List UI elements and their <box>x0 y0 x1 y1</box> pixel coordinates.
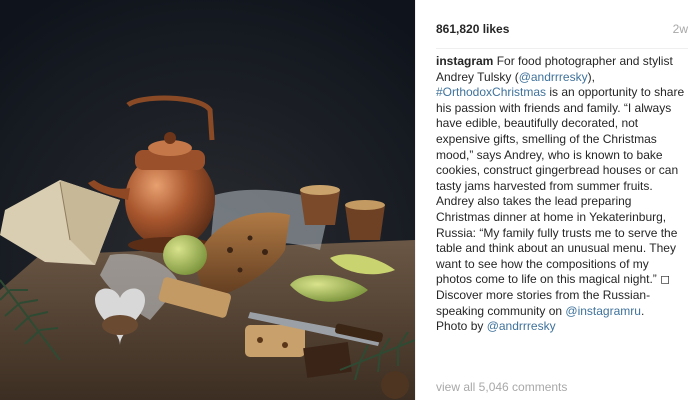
post-caption: instagram For food photographer and styl… <box>436 54 686 335</box>
mention-photo-credit[interactable]: @andrrresky <box>487 319 556 333</box>
caption-text-5: . <box>640 303 645 318</box>
hashtag-orthodoxchristmas[interactable]: #OrthodoxChristmas <box>436 85 546 99</box>
still-life-image <box>0 0 415 400</box>
view-all-comments-link[interactable]: view all 5,046 comments <box>436 380 567 394</box>
mention-andrrresky[interactable]: @andrrresky <box>519 70 588 84</box>
caption-credit: Photo by @andrrresky <box>436 319 686 335</box>
caption-discover: Discover more stories from the Russian-s… <box>436 288 686 319</box>
likes-count[interactable]: 861,820 likes <box>436 22 509 36</box>
caption-text-3: is an opportunity to share his passion w… <box>436 85 685 287</box>
post-photo[interactable] <box>0 0 415 400</box>
caption-text-2: ), <box>587 69 595 84</box>
view-all-comments-label: view all 5,046 comments <box>436 380 568 394</box>
likes-row: 861,820 likes 2w <box>436 22 688 40</box>
divider <box>436 48 688 49</box>
caption-username[interactable]: instagram <box>436 54 493 68</box>
caption-text-6: Photo by <box>436 319 487 334</box>
mention-instagramru[interactable]: @instagramru <box>565 304 641 318</box>
post-age[interactable]: 2w <box>673 22 688 36</box>
caption-main: instagram For food photographer and styl… <box>436 54 686 288</box>
post-details-panel: 861,820 likes 2w instagram For food phot… <box>415 0 690 400</box>
